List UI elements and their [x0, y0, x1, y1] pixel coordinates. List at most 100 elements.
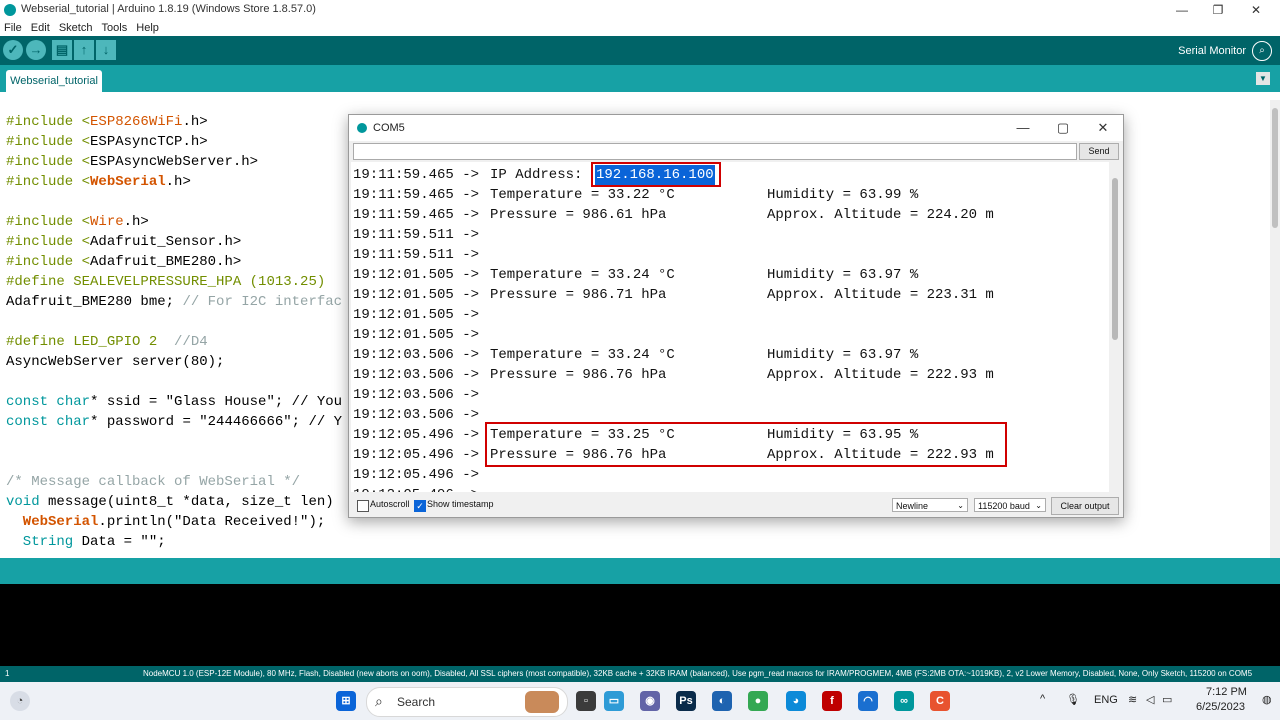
tab-menu-icon[interactable]: ▼: [1256, 72, 1270, 85]
serial-monitor-window: COM5 — ▢ ✕ Send 19:11:59.465 -> IP Addres…: [348, 114, 1124, 518]
serial-line: 19:11:59.465 -> Pressure = 986.61 hPa Appr…: [353, 205, 994, 225]
headphones-icon[interactable]: ◠: [858, 691, 878, 711]
edge-icon[interactable]: ◕: [786, 691, 806, 711]
serial-timestamp: 19:11:59.511 ->: [353, 227, 480, 243]
serial-monitor-icon[interactable]: ⌕: [1252, 41, 1272, 61]
file-explorer-icon[interactable]: ▭: [604, 691, 624, 711]
windows-start-icon[interactable]: ⊞: [336, 691, 356, 711]
filezilla-icon[interactable]: f: [822, 691, 842, 711]
code-line: /* Message callback of WebSerial */: [6, 474, 301, 490]
serial-value: Humidity = 63.99 %: [767, 187, 919, 203]
clock-date[interactable]: 6/25/2023: [1196, 701, 1245, 713]
menu-help[interactable]: Help: [136, 20, 159, 36]
code-line: #include <Wire.h>: [6, 214, 149, 230]
menu-bar: File Edit Sketch Tools Help: [0, 20, 1280, 36]
battery-icon[interactable]: ▭: [1162, 693, 1172, 706]
new-button[interactable]: ▤: [52, 40, 72, 60]
toolbar: ✓ → ▤ ↑ ↓ Serial Monitor ⌕: [0, 36, 1280, 65]
code-line: #include <Adafruit_Sensor.h>: [6, 234, 242, 250]
send-button[interactable]: Send: [1079, 143, 1119, 160]
serial-timestamp: 19:11:59.511 ->: [353, 247, 480, 263]
serial-value: Approx. Altitude = 224.20 m: [767, 207, 994, 223]
code-line: String Data = "";: [6, 534, 166, 550]
code-line: #include <Adafruit_BME280.h>: [6, 254, 242, 270]
serial-send-input[interactable]: [353, 143, 1077, 160]
arduino-icon[interactable]: ∞: [894, 691, 914, 711]
serial-maximize-button[interactable]: ▢: [1043, 118, 1083, 138]
serial-timestamp: 19:12:05.496 ->: [353, 487, 479, 492]
minimize-button[interactable]: —: [1164, 0, 1200, 20]
maximize-button[interactable]: ❐: [1200, 0, 1236, 20]
line-number: 1: [5, 669, 10, 678]
serial-monitor-footer: Autoscroll ✓ Show timestamp Newline ⌄ 115…: [349, 495, 1123, 517]
upload-button[interactable]: →: [26, 40, 46, 60]
tray-overflow-icon[interactable]: ^: [1040, 693, 1045, 705]
serial-value: Approx. Altitude = 222.93 m: [767, 367, 994, 383]
chrome-icon[interactable]: ●: [748, 691, 768, 711]
status-bar: 1 NodeMCU 1.0 (ESP-12E Module), 80 MHz, …: [0, 666, 1280, 682]
serial-monitor-title: COM5: [373, 122, 405, 134]
show-timestamp-checkbox[interactable]: ✓: [414, 500, 426, 512]
serial-monitor-titlebar: COM5 — ▢ ✕: [349, 115, 1123, 141]
baud-rate-select[interactable]: 115200 baud ⌄: [974, 498, 1046, 512]
serial-value: Temperature = 33.24 °C: [490, 347, 675, 363]
serial-line: 19:12:03.506 ->: [353, 405, 479, 425]
serial-value: Pressure = 986.61 hPa: [490, 207, 667, 223]
microphone-icon[interactable]: 🎙: [1066, 693, 1080, 706]
volume-icon[interactable]: ◁: [1146, 693, 1154, 706]
autoscroll-label: Autoscroll: [370, 499, 410, 509]
arduino-icon: [357, 123, 367, 133]
clock-time[interactable]: 7:12 PM: [1206, 686, 1247, 698]
teams-chat-icon[interactable]: ◉: [640, 691, 660, 711]
line-ending-select[interactable]: Newline ⌄: [892, 498, 968, 512]
serial-timestamp: 19:12:03.506 ->: [353, 347, 480, 363]
code-line: const char* password = "244466666"; // Y: [6, 414, 343, 430]
serial-line: 19:11:59.465 -> IP Address: 192.168.16.100: [353, 165, 715, 185]
code-line: #include <WebSerial.h>: [6, 174, 191, 190]
menu-sketch[interactable]: Sketch: [59, 20, 93, 36]
wifi-icon[interactable]: ≋: [1128, 693, 1137, 706]
widgets-icon[interactable]: ▫: [576, 691, 596, 711]
menu-tools[interactable]: Tools: [102, 20, 128, 36]
serial-output-scrollbar[interactable]: [1109, 162, 1121, 492]
serial-timestamp: 19:12:03.506 ->: [353, 387, 480, 403]
code-line: const char* ssid = "Glass House"; // You: [6, 394, 343, 410]
clear-output-button[interactable]: Clear output: [1051, 497, 1119, 515]
close-button[interactable]: ✕: [1238, 0, 1274, 20]
app-icon[interactable]: C: [930, 691, 950, 711]
serial-close-button[interactable]: ✕: [1083, 118, 1123, 138]
serial-timestamp: 19:11:59.465 ->: [353, 187, 480, 203]
serial-line: 19:12:05.496 -> Pressure = 986.76 hPa Appr…: [353, 445, 994, 465]
editor-scrollbar[interactable]: [1270, 100, 1280, 558]
serial-timestamp: 19:12:03.506 ->: [353, 367, 480, 383]
code-line: Adafruit_BME280 bme; // For I2C interfac: [6, 294, 343, 310]
serial-value: Humidity = 63.97 %: [767, 347, 919, 363]
language-indicator[interactable]: ENG: [1094, 694, 1118, 706]
show-timestamp-label: Show timestamp: [427, 499, 494, 509]
serial-line: 19:11:59.511 ->: [353, 245, 479, 265]
open-button[interactable]: ↑: [74, 40, 94, 60]
serial-line: 19:12:05.496 ->: [353, 485, 479, 492]
weather-icon[interactable]: ◔: [10, 691, 30, 711]
arduino-app-icon: [4, 4, 16, 16]
chevron-down-icon: ⌄: [957, 501, 964, 510]
serial-minimize-button[interactable]: —: [1003, 118, 1043, 138]
editor-scroll-thumb[interactable]: [1272, 108, 1278, 228]
serial-line: 19:11:59.465 -> Temperature = 33.22 °C Hum…: [353, 185, 918, 205]
verify-button[interactable]: ✓: [3, 40, 23, 60]
serial-scroll-thumb[interactable]: [1112, 178, 1118, 340]
serial-value: IP Address:: [490, 167, 583, 183]
menu-edit[interactable]: Edit: [31, 20, 50, 36]
code-line: #include <ESPAsyncWebServer.h>: [6, 154, 259, 170]
taskbar-search[interactable]: ⌕ Search: [366, 687, 568, 717]
autoscroll-checkbox[interactable]: [357, 500, 369, 512]
menu-file[interactable]: File: [4, 20, 22, 36]
console-output: [0, 584, 1280, 666]
save-button[interactable]: ↓: [96, 40, 116, 60]
tab-webserial-tutorial[interactable]: Webserial_tutorial: [6, 70, 102, 92]
serial-value: Pressure = 986.76 hPa: [490, 367, 667, 383]
serial-line: 19:12:03.506 -> Temperature = 33.24 °C Hum…: [353, 345, 918, 365]
notification-icon[interactable]: ◍: [1262, 693, 1272, 706]
sync-icon[interactable]: ◐: [712, 691, 732, 711]
photoshop-icon[interactable]: Ps: [676, 691, 696, 711]
